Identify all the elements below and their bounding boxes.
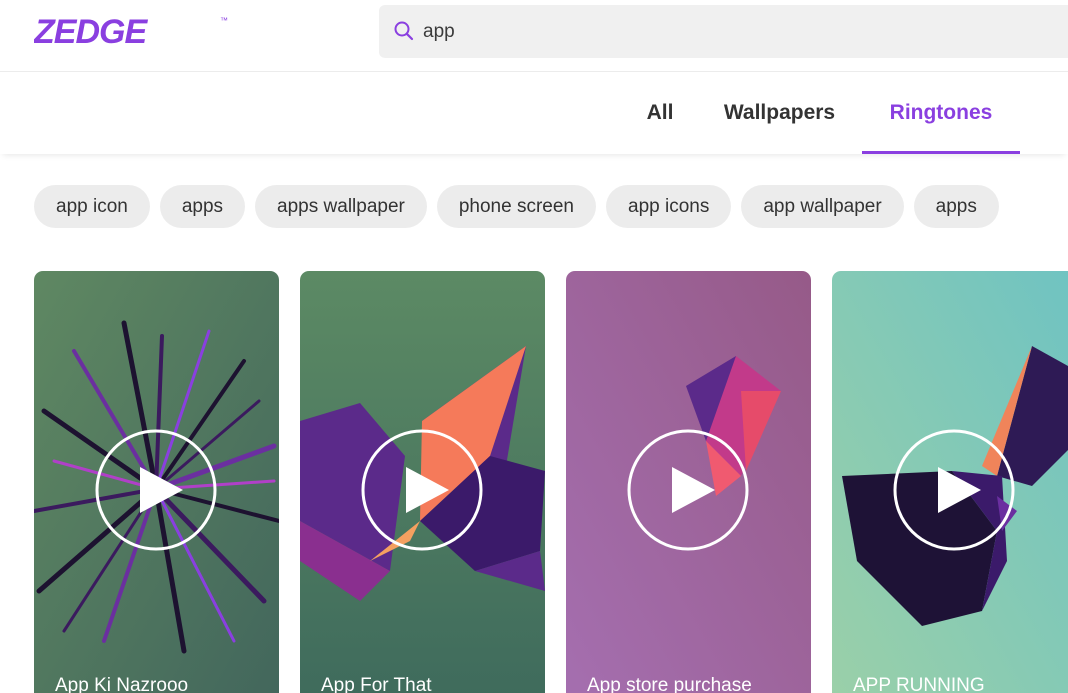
chip-app-wallpaper[interactable]: app wallpaper	[741, 185, 904, 228]
logo-trademark: ™	[220, 16, 228, 25]
category-tabs: All Wallpapers Ringtones	[0, 72, 1068, 154]
ringtone-card[interactable]: App For That	[300, 271, 545, 693]
chip-apps-2[interactable]: apps	[913, 185, 999, 228]
card-title: App For That	[321, 675, 432, 693]
chip-app-icons[interactable]: app icons	[606, 185, 732, 228]
header: ZEDGE ™	[0, 0, 1068, 72]
chip-apps-wallpaper[interactable]: apps wallpaper	[255, 185, 427, 228]
zedge-logo[interactable]: ZEDGE ™	[34, 13, 234, 49]
tab-ringtones[interactable]: Ringtones	[862, 72, 1020, 154]
card-title: App Ki Nazrooo	[55, 675, 189, 693]
chip-app-icon[interactable]: app icon	[34, 185, 150, 228]
play-icon[interactable]	[95, 429, 217, 551]
play-icon[interactable]	[361, 429, 483, 551]
search-bar[interactable]	[379, 5, 1068, 58]
card-title: App store purchase	[587, 675, 752, 693]
ringtone-card[interactable]: App store purchase	[566, 271, 811, 693]
play-icon[interactable]	[627, 429, 749, 551]
tab-wallpapers[interactable]: Wallpapers	[716, 72, 843, 154]
ringtone-card[interactable]: App Ki Nazrooo	[34, 271, 279, 693]
tab-all[interactable]: All	[644, 72, 676, 154]
play-icon[interactable]	[893, 429, 1015, 551]
related-search-chips: app icon apps apps wallpaper phone screen ap…	[34, 185, 1068, 228]
chip-apps[interactable]: apps	[159, 185, 246, 228]
ringtone-card[interactable]: APP RUNNING	[832, 271, 1068, 693]
search-icon[interactable]	[393, 20, 415, 42]
search-input[interactable]	[423, 5, 1023, 58]
card-title: APP RUNNING	[853, 675, 985, 693]
chip-phone-screen[interactable]: phone screen	[436, 185, 597, 228]
logo-text: ZEDGE	[34, 13, 148, 49]
